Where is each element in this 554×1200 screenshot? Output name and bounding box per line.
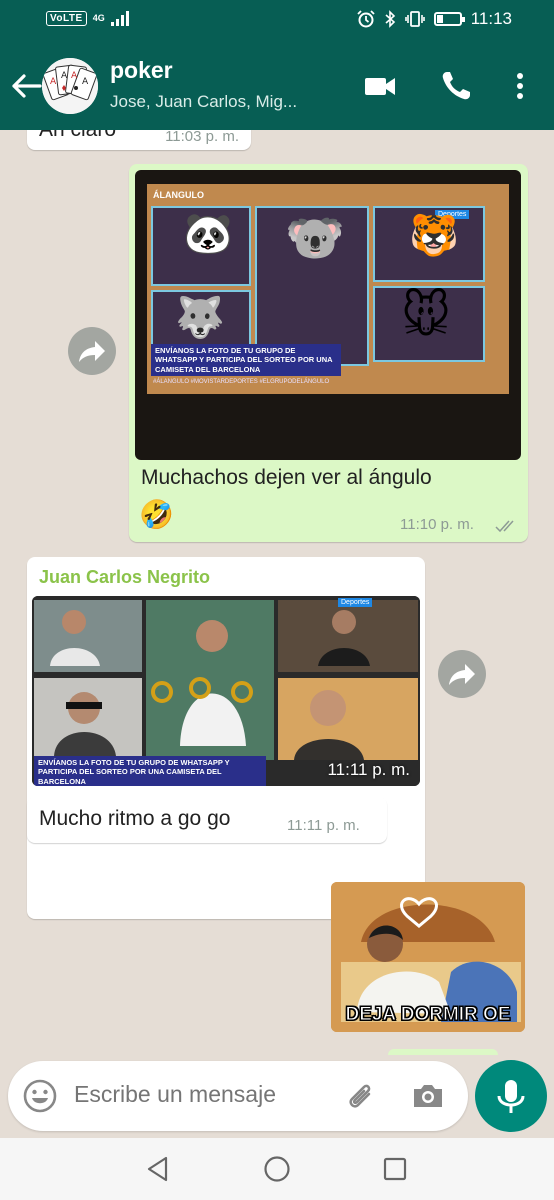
forward-button[interactable]	[438, 650, 486, 698]
forward-icon	[79, 341, 105, 362]
message-text: Mucho ritmo a go go	[39, 807, 231, 830]
signal-icon	[110, 11, 129, 26]
vibrate-icon	[404, 11, 425, 27]
svg-text:A: A	[82, 77, 89, 87]
chat-participants[interactable]: Jose, Juan Carlos, Mig...	[110, 92, 340, 112]
hashtags: #ÁLANGULO #MOVISTARDEPORTES #ELGRUPODELÁ…	[153, 379, 330, 385]
group-avatar[interactable]: A A A A	[42, 58, 98, 114]
recents-square-icon[interactable]	[381, 1155, 409, 1183]
network-type: 4G	[92, 12, 105, 23]
forward-button[interactable]	[68, 327, 116, 375]
back-triangle-icon[interactable]	[144, 1155, 172, 1183]
mouse-emoji: 🐭	[401, 288, 452, 344]
video-call-icon[interactable]	[362, 68, 398, 104]
contest-banner: ENVÍANOS LA FOTO DE TU GRUPO DE WHATSAPP…	[34, 756, 266, 786]
message-time: 11:10 p. m.	[400, 516, 474, 533]
camera-icon[interactable]	[410, 1078, 446, 1114]
image-time: 11:11 p. m.	[327, 760, 410, 779]
message-image[interactable]: Deportes ENVÍANOS LA FOTO DE TU GRUPO DE…	[32, 596, 420, 786]
laughing-emoji: 🤣	[139, 498, 174, 531]
koala-emoji: 🐨	[285, 210, 345, 266]
clock: 11:13	[470, 9, 512, 28]
tv-screen: ÁLANGULO Deportes 🐼 🐨 🐯 🐺 🐭 ENVÍANOS LA …	[147, 184, 509, 394]
phone-icon[interactable]	[438, 68, 474, 104]
bluetooth-icon	[385, 10, 395, 28]
mic-icon	[497, 1080, 525, 1113]
wolf-emoji: 🐺	[175, 295, 225, 341]
system-nav-bar	[0, 1138, 554, 1200]
back-arrow-icon[interactable]	[8, 66, 44, 106]
message-bubble[interactable]: Mucho ritmo a go go 11:11 p. m.	[27, 797, 387, 843]
status-bar: VoLTE 4G 11:13	[0, 0, 554, 42]
more-vert-icon[interactable]	[502, 68, 538, 104]
message-input[interactable]	[74, 1081, 324, 1108]
mic-button[interactable]	[475, 1060, 547, 1132]
battery-icon	[433, 12, 465, 26]
playing-cards-image: A A A A	[42, 58, 98, 114]
emoji-icon[interactable]	[22, 1078, 58, 1114]
person-silhouettes	[50, 610, 370, 760]
message-bubble[interactable]: ÁLANGULO Deportes 🐼 🐨 🐯 🐺 🐭 ENVÍANOS LA …	[129, 164, 528, 542]
svg-text:A: A	[61, 71, 68, 81]
svg-text:A: A	[71, 71, 78, 81]
message-time: 11:03 p. m.	[165, 130, 239, 145]
home-circle-icon[interactable]	[262, 1154, 292, 1184]
forward-icon	[449, 664, 475, 685]
message-composer	[8, 1061, 468, 1131]
status-right: 11:13	[357, 9, 512, 29]
image-screen: Deportes ENVÍANOS LA FOTO DE TU GRUPO DE…	[32, 596, 420, 786]
status-left: VoLTE 4G	[46, 10, 131, 26]
channel-tag: Deportes	[338, 598, 373, 607]
chat-header: A A A A poker Jose, Juan Carlos, Mig...	[0, 42, 554, 130]
image-caption: Muchachos dejen ver al ángulo	[141, 466, 432, 489]
battery-level	[436, 15, 443, 23]
alarm-icon	[357, 10, 375, 28]
message-text: Ah claro	[39, 130, 116, 142]
sticker[interactable]: DEJA DORMIR OE	[331, 882, 525, 1032]
sticker-caption: DEJA DORMIR OE	[345, 1004, 511, 1026]
next-bubble-edge	[388, 1049, 498, 1055]
contest-banner: ENVÍANOS LA FOTO DE TU GRUPO DE WHATSAPP…	[151, 344, 341, 377]
panda-emoji: 🐼	[183, 211, 233, 257]
read-receipt-icon	[495, 520, 514, 533]
message-list[interactable]: Ah claro 11:03 p. m. ÁLANGULO Deportes 🐼…	[0, 130, 554, 1055]
message-bubble[interactable]: Juan Carlos Negrito Deportes ENVÍANOS LA…	[27, 557, 425, 919]
message-image[interactable]: ÁLANGULO Deportes 🐼 🐨 🐯 🐺 🐭 ENVÍANOS LA …	[135, 170, 521, 460]
volte-badge: VoLTE	[46, 10, 87, 26]
svg-text:A: A	[50, 77, 57, 87]
chat-title[interactable]: poker	[110, 57, 173, 84]
sender-name: Juan Carlos Negrito	[39, 567, 211, 587]
message-bubble[interactable]: Ah claro 11:03 p. m.	[27, 130, 251, 150]
tiger-emoji: 🐯	[409, 213, 459, 259]
attach-icon[interactable]	[342, 1078, 378, 1114]
message-time: 11:11 p. m.	[287, 817, 360, 834]
show-logo: ÁLANGULO	[153, 190, 204, 200]
